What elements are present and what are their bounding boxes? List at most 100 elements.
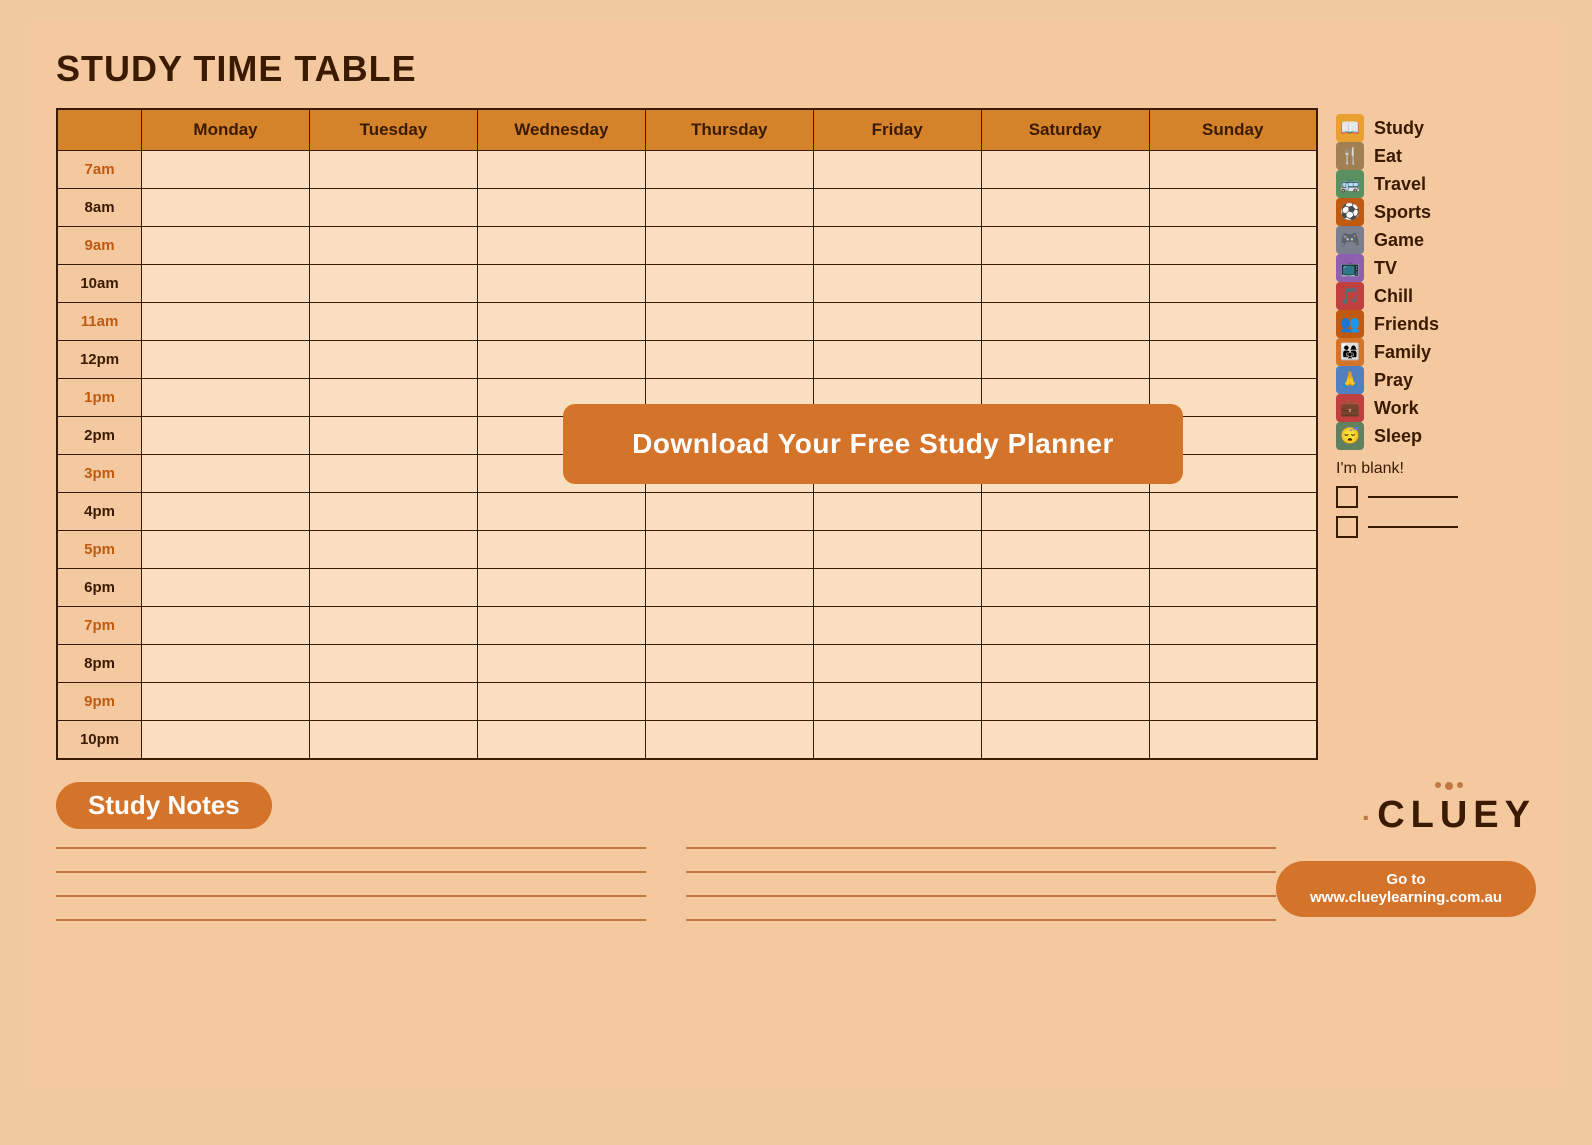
legend-blank-label-row: I'm blank! [1336, 460, 1536, 478]
data-cell [309, 569, 477, 607]
legend-label-tv: TV [1374, 258, 1397, 279]
data-cell [813, 531, 981, 569]
travel-icon: 🚌 [1336, 170, 1364, 198]
legend-label-sports: Sports [1374, 202, 1431, 223]
data-cell [309, 721, 477, 759]
data-cell [477, 569, 645, 607]
time-cell-9pm: 9pm [57, 683, 142, 721]
data-cell [142, 607, 310, 645]
legend-custom-2 [1336, 516, 1536, 538]
data-cell [477, 531, 645, 569]
notes-line-4 [686, 871, 1276, 873]
legend-checkbox-1[interactable] [1336, 486, 1358, 508]
data-cell [813, 227, 981, 265]
notes-line-5 [56, 895, 646, 897]
legend-item-family: 👨‍👩‍👧Family [1336, 338, 1536, 366]
legend-custom-1 [1336, 486, 1536, 508]
th-friday: Friday [813, 109, 981, 151]
website-badge[interactable]: Go to www.clueylearning.com.au [1276, 861, 1536, 917]
table-row: 7pm [57, 607, 1317, 645]
branding-area: ·CLUEY Go to www.clueylearning.com.au [1276, 782, 1536, 917]
website-label: Go to www.clueylearning.com.au [1310, 871, 1502, 906]
table-row: 11am [57, 303, 1317, 341]
time-cell-10am: 10am [57, 265, 142, 303]
table-row: 6pm [57, 569, 1317, 607]
data-cell [981, 683, 1149, 721]
download-banner[interactable]: Download Your Free Study Planner [563, 404, 1183, 484]
legend-line-2 [1368, 526, 1458, 528]
data-cell [813, 265, 981, 303]
data-cell [645, 683, 813, 721]
data-cell [645, 569, 813, 607]
data-cell [1149, 189, 1317, 227]
notes-line-3 [56, 871, 646, 873]
data-cell [477, 303, 645, 341]
data-cell [142, 341, 310, 379]
data-cell [142, 227, 310, 265]
time-cell-2pm: 2pm [57, 417, 142, 455]
data-cell [309, 265, 477, 303]
data-cell [477, 721, 645, 759]
page-container: STUDY TIME TABLE Monday Tuesday Wednesda… [26, 20, 1566, 1090]
data-cell [309, 607, 477, 645]
data-cell [142, 531, 310, 569]
data-cell [309, 189, 477, 227]
time-cell-1pm: 1pm [57, 379, 142, 417]
data-cell [477, 645, 645, 683]
data-cell [981, 189, 1149, 227]
logo-dot-2 [1457, 782, 1463, 788]
data-cell [645, 721, 813, 759]
data-cell [981, 645, 1149, 683]
th-thursday: Thursday [645, 109, 813, 151]
th-sunday: Sunday [1149, 109, 1317, 151]
time-cell-7am: 7am [57, 151, 142, 189]
legend-item-work: 💼Work [1336, 394, 1536, 422]
chill-icon: 🎵 [1336, 282, 1364, 310]
data-cell [1149, 493, 1317, 531]
main-layout: Monday Tuesday Wednesday Thursday Friday… [56, 108, 1536, 760]
legend-checkbox-2[interactable] [1336, 516, 1358, 538]
legend-item-pray: 🙏Pray [1336, 366, 1536, 394]
data-cell [309, 683, 477, 721]
legend-item-game: 🎮Game [1336, 226, 1536, 254]
data-cell [309, 531, 477, 569]
notes-lines-grid [56, 847, 1276, 943]
data-cell [309, 227, 477, 265]
data-cell [142, 151, 310, 189]
logo-text: ·CLUEY [1362, 794, 1536, 837]
data-cell [1149, 227, 1317, 265]
time-cell-8am: 8am [57, 189, 142, 227]
table-row: 8pm [57, 645, 1317, 683]
time-cell-5pm: 5pm [57, 531, 142, 569]
legend-item-tv: 📺TV [1336, 254, 1536, 282]
data-cell [142, 417, 310, 455]
th-monday: Monday [142, 109, 310, 151]
data-cell [1149, 721, 1317, 759]
time-cell-8pm: 8pm [57, 645, 142, 683]
study-notes-area: Study Notes [56, 782, 1276, 943]
time-cell-3pm: 3pm [57, 455, 142, 493]
data-cell [813, 569, 981, 607]
table-row: 10am [57, 265, 1317, 303]
legend-label-chill: Chill [1374, 286, 1413, 307]
data-cell [813, 189, 981, 227]
data-cell [981, 721, 1149, 759]
data-cell [645, 531, 813, 569]
table-row: 5pm [57, 531, 1317, 569]
table-row: 12pm [57, 341, 1317, 379]
th-empty [57, 109, 142, 151]
legend-label-game: Game [1374, 230, 1424, 251]
notes-line-2 [686, 847, 1276, 849]
data-cell [142, 683, 310, 721]
data-cell [142, 265, 310, 303]
legend-label-travel: Travel [1374, 174, 1426, 195]
notes-line-6 [686, 895, 1276, 897]
th-wednesday: Wednesday [477, 109, 645, 151]
legend-item-eat: 🍴Eat [1336, 142, 1536, 170]
data-cell [981, 265, 1149, 303]
data-cell [309, 493, 477, 531]
data-cell [1149, 569, 1317, 607]
time-cell-4pm: 4pm [57, 493, 142, 531]
sleep-icon: 😴 [1336, 422, 1364, 450]
data-cell [142, 455, 310, 493]
